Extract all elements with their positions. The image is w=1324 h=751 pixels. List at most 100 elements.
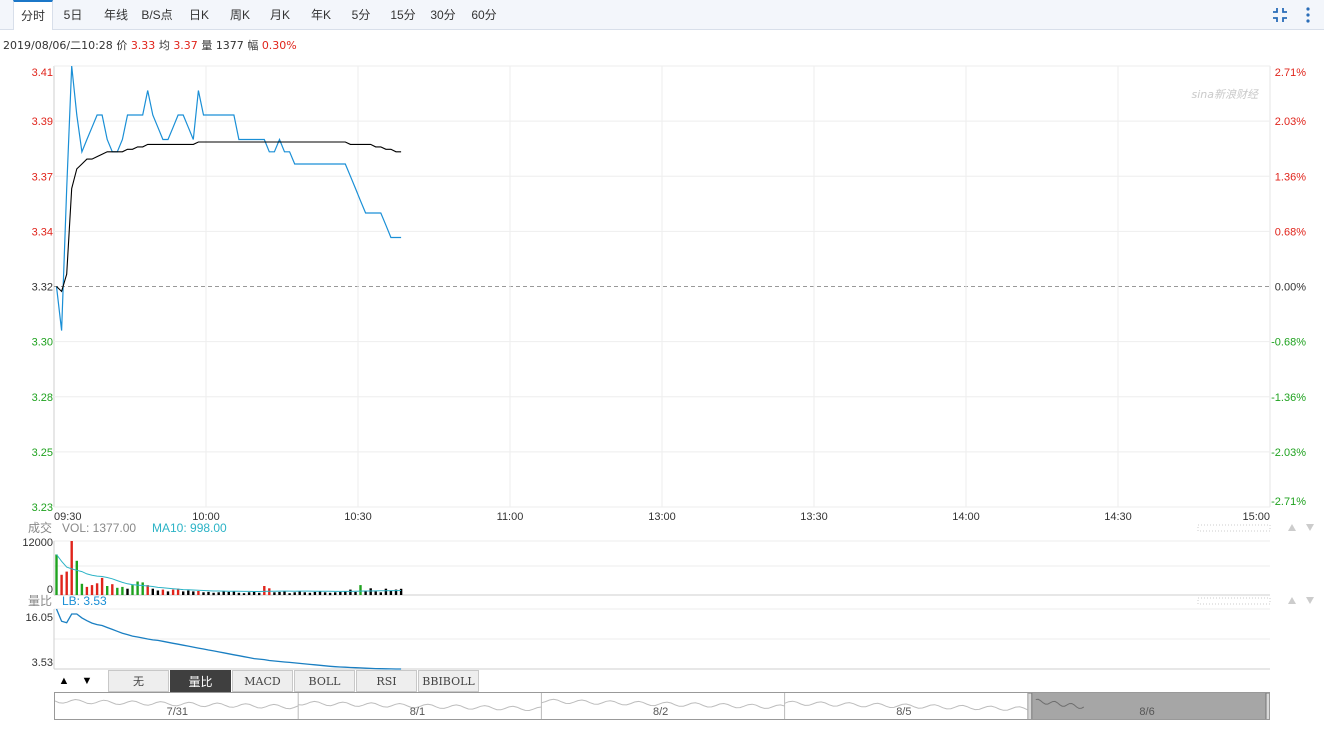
- lb-tick: 16.05: [25, 612, 53, 624]
- y-tick-left: 3.25: [32, 447, 53, 459]
- volume-bar: [141, 582, 144, 595]
- volume-bar: [237, 592, 241, 596]
- vol-tick: 12000: [22, 537, 53, 549]
- volume-bar: [136, 581, 139, 595]
- navigator-day-label: 7/31: [166, 706, 189, 718]
- volume-bar: [349, 589, 352, 595]
- volume-bar: [308, 592, 312, 596]
- volume-bar: [389, 591, 393, 595]
- sina-watermark-logo: sina新浪财经: [1192, 88, 1259, 101]
- indicator-tab-4[interactable]: RSI: [356, 670, 417, 692]
- y-tick-left: 3.41: [32, 67, 53, 79]
- indicator-tab-5[interactable]: BBIBOLL: [418, 670, 479, 692]
- volume-bar: [263, 586, 266, 595]
- volume-bar: [318, 591, 322, 595]
- ma10-line: [56, 554, 402, 592]
- volume-bar: [399, 588, 403, 595]
- volume-bar: [55, 554, 58, 595]
- volume-bar: [131, 585, 134, 595]
- y-tick-left: 3.32: [32, 282, 53, 294]
- intraday-chart[interactable]: sina新浪财经 3.41 3.39 3.37 3.34 3.32 3.30 3.28 3.2…: [0, 0, 1324, 670]
- volume-bar: [334, 592, 337, 595]
- volume-bar: [222, 591, 225, 595]
- volume-bar: [247, 592, 251, 595]
- navigator-day-label: 8/5: [896, 706, 912, 718]
- navigator-day-label: 8/1: [409, 706, 426, 718]
- y-tick-right: 2.71%: [1275, 67, 1306, 79]
- panel-down-arrow-icon[interactable]: [1306, 597, 1314, 604]
- indicator-tab-0[interactable]: 无: [108, 670, 169, 692]
- volume-bar: [192, 591, 195, 595]
- volume-bar: [60, 574, 63, 596]
- volume-bar: [187, 590, 190, 595]
- indicator-tab-2[interactable]: MACD: [232, 670, 293, 692]
- volume-bar: [344, 591, 347, 595]
- volume-bar: [374, 591, 377, 595]
- x-tick: 11:00: [497, 511, 524, 523]
- volume-bar: [111, 584, 114, 595]
- volume-bar: [313, 591, 317, 595]
- day-navigator[interactable]: 7/31 8/1 8/2 8/5 8/6: [54, 692, 1270, 720]
- volume-bar: [70, 541, 73, 595]
- volume-value-label: VOL: 1377.00: [62, 521, 136, 535]
- volume-bar: [65, 571, 68, 595]
- panel-resize-handle[interactable]: [1197, 524, 1271, 532]
- volume-bar: [328, 592, 332, 596]
- volume-bar: [212, 592, 215, 596]
- panel-up-arrow-icon[interactable]: [1288, 597, 1296, 604]
- volume-bar: [75, 560, 78, 595]
- volume-bar: [384, 588, 388, 595]
- indicator-tab-1[interactable]: 量比: [170, 670, 231, 692]
- volume-bar: [379, 592, 382, 595]
- y-tick-right: -1.36%: [1271, 392, 1306, 404]
- x-tick: 10:30: [344, 511, 372, 523]
- volume-bar: [354, 591, 357, 595]
- volume-bar: [116, 587, 119, 595]
- x-tick: 15:00: [1242, 511, 1270, 523]
- y-tick-right: 0.68%: [1275, 226, 1306, 238]
- panel-down-arrow-icon[interactable]: [1306, 524, 1314, 531]
- volume-bar: [252, 591, 256, 595]
- y-tick-right: -2.71%: [1271, 496, 1306, 508]
- y-tick-left: 3.37: [32, 171, 53, 183]
- y-tick-left: 3.30: [32, 337, 53, 349]
- volume-bar: [100, 577, 104, 595]
- navigator-handle-left[interactable]: [1027, 693, 1033, 720]
- volume-bar: [207, 591, 210, 595]
- volume-bar: [293, 592, 296, 595]
- avg-price-line: [56, 141, 402, 293]
- volume-bar: [217, 592, 220, 595]
- lb-panel-title: 量比: [28, 594, 52, 608]
- volume-bar: [121, 586, 124, 595]
- panel-up-arrow-icon[interactable]: [1288, 524, 1296, 531]
- volume-bar: [288, 593, 291, 595]
- panel-up-button[interactable]: ▲: [54, 671, 74, 691]
- indicator-tab-3[interactable]: BOLL: [294, 670, 355, 692]
- volume-bar: [323, 592, 327, 595]
- volume-bar: [283, 591, 286, 595]
- y-tick-right: 0.00%: [1275, 282, 1306, 294]
- volume-bar: [258, 592, 261, 596]
- x-tick: 13:00: [648, 511, 676, 523]
- volume-bar: [359, 585, 362, 595]
- volume-bar: [197, 591, 200, 595]
- x-tick: 13:30: [800, 511, 828, 523]
- volume-bar: [202, 592, 205, 595]
- volume-bar: [339, 591, 342, 595]
- panel-resize-handle[interactable]: [1197, 597, 1271, 605]
- volume-bar: [156, 590, 160, 595]
- navigator-handle-right[interactable]: [1265, 693, 1270, 720]
- volume-bar: [242, 593, 246, 595]
- navigator-day-label: 8/2: [653, 706, 669, 718]
- panel-down-button[interactable]: ▼: [77, 671, 97, 691]
- y-tick-right: -2.03%: [1271, 447, 1306, 459]
- volume-bar: [303, 592, 306, 595]
- y-tick-left: 3.23: [32, 502, 53, 514]
- y-tick-right: 2.03%: [1275, 116, 1306, 128]
- volume-bar: [161, 589, 165, 595]
- y-tick-right: 1.36%: [1275, 171, 1306, 183]
- lb-tick: 3.53: [32, 657, 53, 669]
- y-tick-left: 3.39: [32, 116, 53, 128]
- x-tick: 14:00: [952, 511, 980, 523]
- volume-bar: [278, 591, 281, 595]
